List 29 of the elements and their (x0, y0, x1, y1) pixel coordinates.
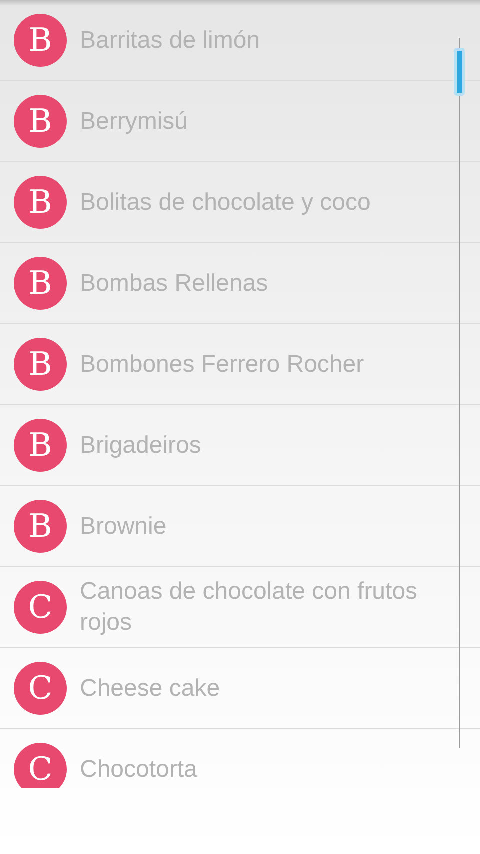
letter-avatar: C (14, 580, 67, 634)
recipe-row[interactable]: B Brigadeiros (0, 405, 480, 486)
recipe-row[interactable]: B Bolitas de chocolate y coco (0, 162, 480, 243)
letter-avatar: B (14, 500, 67, 552)
letter-avatar: B (14, 14, 67, 66)
letter-avatar: C (14, 662, 67, 714)
recipe-name: Brownie (80, 512, 167, 542)
recipe-name: Bolitas de chocolate y coco (80, 188, 371, 218)
letter-avatar: B (14, 94, 67, 148)
recipe-name: Bombones Ferrero Rocher (80, 350, 364, 380)
letter-avatar: B (14, 256, 67, 310)
recipe-name: Berrymisú (80, 106, 188, 136)
letter-avatar: B (14, 176, 67, 228)
letter-avatar: B (14, 418, 67, 472)
recipe-row[interactable]: B Brownie (0, 486, 480, 567)
recipe-row[interactable]: C Chocotorta (0, 729, 480, 788)
recipe-name: Cheese cake (80, 674, 220, 704)
scrollbar-thumb[interactable] (454, 48, 465, 96)
letter-avatar: B (14, 338, 67, 390)
letter-avatar: C (14, 742, 67, 788)
recipe-row[interactable]: B Berrymisú (0, 81, 480, 162)
recipe-name: Canoas de chocolate con frutos rojos (80, 577, 419, 638)
recipe-name: Brigadeiros (80, 430, 202, 460)
recipe-row[interactable]: B Bombones Ferrero Rocher (0, 324, 480, 405)
recipe-name: Chocotorta (80, 754, 198, 784)
recipe-row[interactable]: B Bombas Rellenas (0, 243, 480, 324)
recipe-row[interactable]: C Canoas de chocolate con frutos rojos (0, 567, 480, 648)
recipe-name: Bombas Rellenas (80, 268, 268, 298)
recipe-row[interactable]: C Cheese cake (0, 648, 480, 729)
